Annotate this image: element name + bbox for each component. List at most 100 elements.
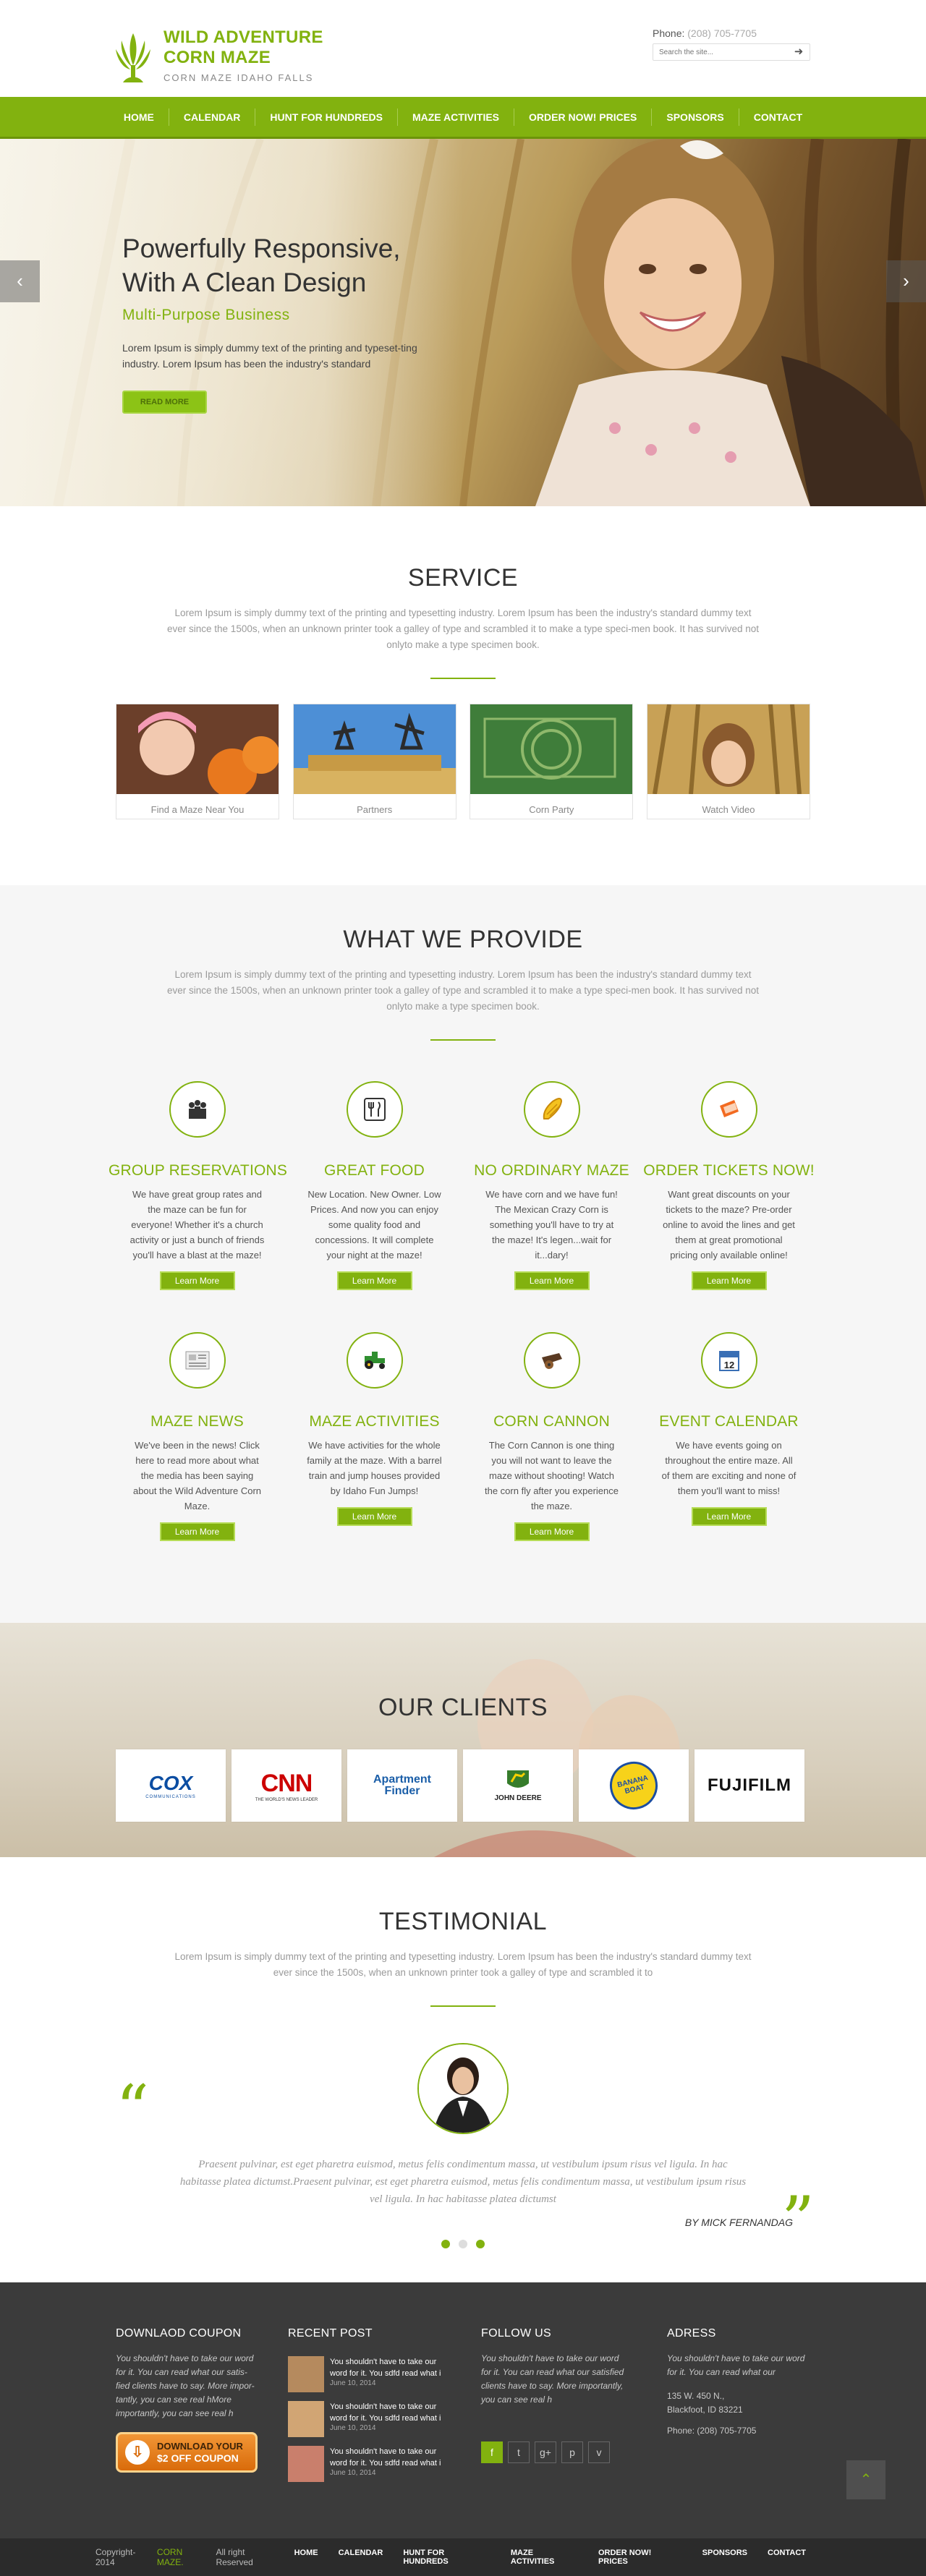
footer-nav-order-now-prices[interactable]: ORDER NOW! PRICES (588, 2549, 692, 2566)
search-input[interactable] (653, 44, 783, 60)
pagination-dot-3[interactable] (476, 2240, 485, 2248)
address-line1: 135 W. 450 N., (667, 2391, 725, 2401)
nav-item-calendar[interactable]: CALENDAR (168, 108, 255, 126)
businesswoman-photo (419, 2044, 507, 2133)
jumping-people-photo (293, 704, 456, 794)
feature-no-ordinary-maze: NO ORDINARY MAZE We have corn and we hav… (463, 1081, 640, 1290)
feature-title: GROUP RESERVATIONS (109, 1162, 288, 1179)
learn-more-button[interactable]: Learn More (514, 1271, 590, 1290)
feature-text: We have activities for the whole family … (307, 1440, 442, 1496)
testimonial-quote: Praesent pulvinar, est eget pharetra eui… (179, 2159, 747, 2205)
footer-follow: FOLLOW US You shouldn't have to take our… (481, 2327, 626, 2463)
back-to-top-icon[interactable]: ⌃ (846, 2460, 885, 2499)
pagination-dot-1[interactable] (441, 2240, 450, 2248)
phone-number[interactable]: (208) 705-7705 (687, 27, 757, 39)
footer-nav-calendar[interactable]: CALENDAR (328, 2549, 394, 2566)
kids-background-photo (434, 1659, 680, 1857)
address-line2: Blackfoot, ID 83221 (667, 2405, 743, 2415)
learn-more-button[interactable]: Learn More (514, 1522, 590, 1541)
footer-nav-sponsors[interactable]: SPONSORS (692, 2549, 757, 2566)
news-icon (185, 1351, 209, 1370)
service-section: SERVICE Lorem Ipsum is simply dummy text… (0, 506, 926, 885)
feature-text: We have corn and we have fun! The Mexica… (485, 1189, 618, 1261)
quote-open-icon: “ (116, 2071, 150, 2147)
banana-boat-logo-text: BANANA BOAT (604, 1756, 663, 1815)
twitter-icon[interactable]: t (508, 2441, 530, 2463)
recent-post[interactable]: You shouldn't have to take our word for … (288, 2356, 453, 2392)
copyright-rights: All right Reserved (216, 2547, 253, 2567)
footer-address: ADRESS You shouldn't have to take our wo… (667, 2327, 812, 2438)
feature-text: Want great discounts on your tickets to … (663, 1189, 795, 1261)
nav-item-hunt-for-hundreds[interactable]: HUNT FOR HUNDREDS (255, 108, 397, 126)
section-divider (430, 2005, 496, 2007)
copyright-brand[interactable]: CORN MAZE. (157, 2547, 211, 2567)
client-logo-john-deere[interactable]: JOHN DEERE (463, 1749, 573, 1822)
slider-next-icon[interactable]: › (886, 260, 926, 302)
footer-nav-hunt-for-hundreds[interactable]: HUNT FOR HUNDREDS (393, 2549, 501, 2566)
nav-item-home[interactable]: HOME (109, 108, 169, 126)
feature-text: We have events going on throughout the e… (661, 1440, 797, 1496)
client-logo-apartment-finder[interactable]: Apartment Finder (347, 1749, 457, 1822)
recent-post[interactable]: You shouldn't have to take our word for … (288, 2401, 453, 2437)
pagination-dot-2[interactable] (459, 2240, 467, 2248)
download-coupon-button[interactable]: ⇩ DOWNLOAD YOUR $2 OFF COUPON (116, 2432, 258, 2473)
feature-maze-activities: MAZE ACTIVITIES We have activities for t… (286, 1332, 463, 1541)
service-card-corn-party[interactable]: Corn Party (470, 704, 634, 819)
clients-title: OUR CLIENTS (378, 1694, 548, 1721)
learn-more-button[interactable]: Learn More (691, 1271, 767, 1290)
read-more-button[interactable]: READ MORE (122, 391, 207, 414)
site-header: WILD ADVENTURE CORN MAZE CORN MAZE IDAHO… (0, 0, 926, 97)
footer-nav-contact[interactable]: CONTACT (757, 2549, 816, 2566)
coupon-line1: DOWNLOAD YOUR (157, 2441, 243, 2452)
food-icon (363, 1098, 386, 1121)
address-phone: Phone: (208) 705-7705 (667, 2426, 757, 2436)
nav-item-contact[interactable]: CONTACT (738, 108, 817, 126)
brand-title-line2: CORN MAZE (163, 48, 271, 67)
service-card-partners[interactable]: Partners (292, 704, 456, 819)
post-date: June 10, 2014 (330, 2424, 376, 2432)
kids-pumpkins-photo (116, 704, 280, 798)
learn-more-button[interactable]: Learn More (159, 1271, 235, 1290)
service-card-caption: Find a Maze Near You (150, 804, 245, 815)
client-logo-fujifilm[interactable]: FUJIFILM (694, 1749, 804, 1822)
learn-more-button[interactable]: Learn More (159, 1522, 235, 1541)
pinterest-icon[interactable]: p (561, 2441, 583, 2463)
recent-post[interactable]: You shouldn't have to take our word for … (288, 2446, 453, 2482)
footer-nav-home[interactable]: HOME (284, 2549, 328, 2566)
google-plus-icon[interactable]: g+ (535, 2441, 556, 2463)
footer-address-title: ADRESS (667, 2327, 716, 2340)
vimeo-icon[interactable]: v (588, 2441, 610, 2463)
tractor-icon (364, 1352, 385, 1369)
learn-more-button[interactable]: Learn More (691, 1507, 767, 1526)
post-date: June 10, 2014 (330, 2469, 376, 2477)
nav-item-maze-activities[interactable]: MAZE ACTIVITIES (396, 108, 514, 126)
feature-title: GREAT FOOD (324, 1162, 425, 1179)
hero-heading-line1: Powerfully Responsive, (122, 234, 401, 263)
cannon-icon (541, 1353, 562, 1369)
client-logo-banana-boat[interactable]: BANANA BOAT (579, 1749, 689, 1822)
provide-title: WHAT WE PROVIDE (343, 926, 583, 953)
learn-more-button[interactable]: Learn More (336, 1507, 412, 1526)
slider-prev-icon[interactable]: ‹ (0, 260, 40, 302)
client-logo-cox[interactable]: COX COMMUNICATIONS (116, 1749, 226, 1822)
search-arrow-icon[interactable]: ➜ (792, 46, 805, 58)
footer-nav-maze-activities[interactable]: MAZE ACTIVITIES (501, 2549, 588, 2566)
service-card-watch-video[interactable]: Watch Video (646, 704, 810, 819)
footer-address-text: You shouldn't have to take our word for … (667, 2353, 805, 2377)
nav-item-sponsors[interactable]: SPONSORS (651, 108, 738, 126)
group-icon (188, 1100, 206, 1119)
learn-more-button[interactable]: Learn More (336, 1271, 412, 1290)
client-logo-cnn[interactable]: CNN THE WORLD'S NEWS LEADER (232, 1749, 341, 1822)
nav-item-order-now-prices[interactable]: ORDER NOW! PRICES (514, 108, 651, 126)
cnn-logo-sub: THE WORLD'S NEWS LEADER (255, 1797, 318, 1802)
feature-text: We've been in the news! Click here to re… (132, 1440, 262, 1511)
brand-subtitle: CORN MAZE IDAHO FALLS (163, 72, 314, 83)
feature-event-calendar: 12 EVENT CALENDAR We have events going o… (640, 1332, 817, 1541)
service-card-find-maze[interactable]: Find a Maze Near You (116, 704, 280, 819)
facebook-icon[interactable]: f (481, 2441, 503, 2463)
aerial-maze-photo (470, 704, 633, 794)
footer-coupon: DOWNLAOD COUPON You shouldn't have to ta… (116, 2327, 260, 2473)
service-intro: Lorem Ipsum is simply dummy text of the … (167, 607, 759, 650)
provide-intro: Lorem Ipsum is simply dummy text of the … (167, 969, 759, 1012)
site-logo[interactable]: WILD ADVENTURE CORN MAZE CORN MAZE IDAHO… (114, 27, 323, 84)
